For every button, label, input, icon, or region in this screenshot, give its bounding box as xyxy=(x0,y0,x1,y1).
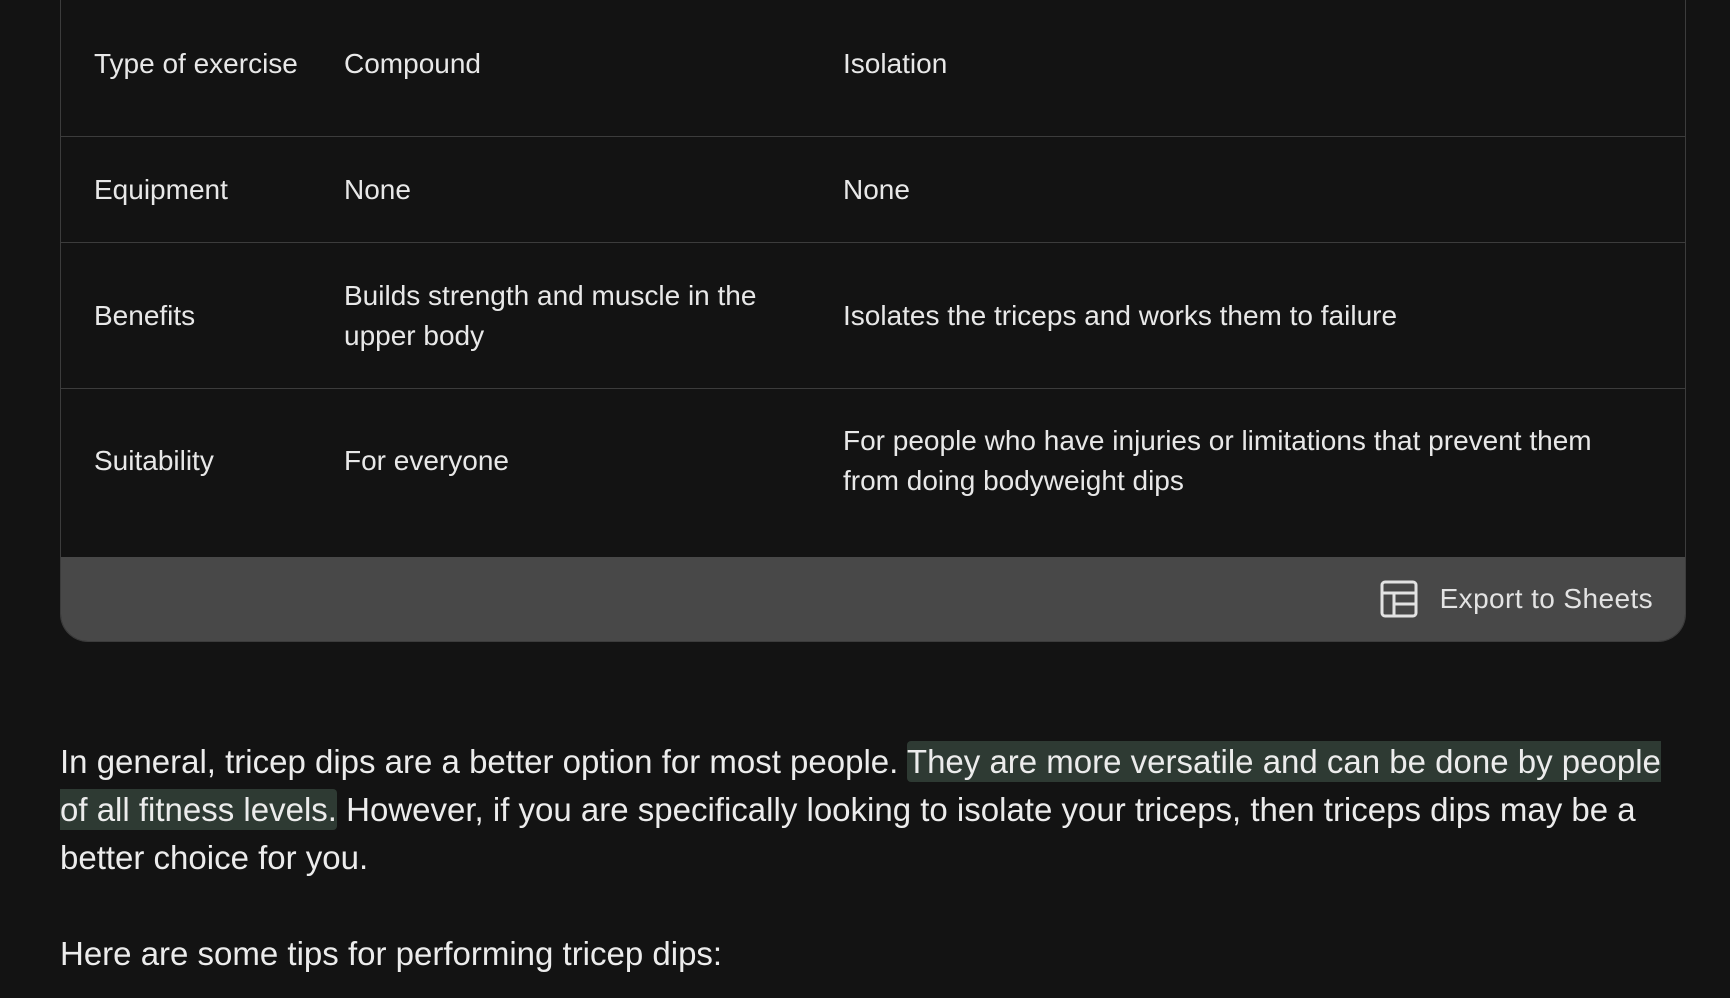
table-cell: None xyxy=(311,136,810,243)
table-row: Suitability For everyone For people who … xyxy=(61,388,1685,534)
table-row: Benefits Builds strength and muscle in t… xyxy=(61,242,1685,389)
summary-paragraph: In general, tricep dips are a better opt… xyxy=(60,738,1680,882)
table-cell: Isolates the triceps and works them to f… xyxy=(810,242,1685,389)
export-to-sheets-button[interactable]: Export to Sheets xyxy=(1380,580,1653,618)
summary-text-start: In general, tricep dips are a better opt… xyxy=(60,743,907,780)
table-footer-bar: Export to Sheets xyxy=(61,557,1685,641)
row-label: Suitability xyxy=(61,388,311,534)
table-cell: Builds strength and muscle in the upper … xyxy=(311,242,810,389)
export-label: Export to Sheets xyxy=(1439,583,1653,614)
row-label: Equipment xyxy=(61,136,311,243)
table-cell: None xyxy=(810,136,1685,243)
tips-intro-paragraph: Here are some tips for performing tricep… xyxy=(60,935,723,972)
table-cell: For everyone xyxy=(311,388,810,534)
table-cell: Compound xyxy=(311,0,810,137)
row-label: Benefits xyxy=(61,242,311,389)
row-label: Type of exercise xyxy=(61,0,311,137)
table-icon xyxy=(1380,580,1418,618)
table-row: Equipment None None xyxy=(61,136,1685,243)
comparison-table: Type of exercise Compound Isolation Equi… xyxy=(61,0,1685,534)
response-page: Type of exercise Compound Isolation Equi… xyxy=(0,0,1730,998)
table-cell: For people who have injuries or limitati… xyxy=(810,388,1685,534)
comparison-table-card: Type of exercise Compound Isolation Equi… xyxy=(60,0,1686,642)
table-cell: Isolation xyxy=(810,0,1685,137)
table-row: Type of exercise Compound Isolation xyxy=(61,0,1685,137)
